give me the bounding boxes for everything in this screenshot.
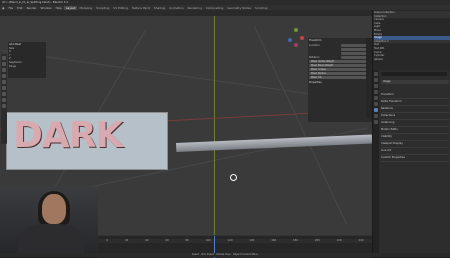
n-panel-row-label: Rotation bbox=[309, 56, 319, 59]
transform-tool-icon[interactable] bbox=[2, 86, 6, 90]
section-motion-paths[interactable]: Motion Paths bbox=[381, 127, 449, 134]
n-panel-row: Location 0 m bbox=[309, 43, 372, 47]
properties-editor[interactable]: Image Transform Delta Transform Relation… bbox=[372, 70, 450, 253]
tab-scripting[interactable]: Scripting bbox=[253, 6, 269, 10]
y-axis-line bbox=[214, 16, 215, 235]
menu-render[interactable]: Render bbox=[25, 6, 39, 10]
tool-shelf bbox=[1, 54, 7, 144]
timeline-tick: 0 bbox=[106, 239, 108, 243]
scale-tool-icon[interactable] bbox=[2, 80, 6, 84]
tab-modeling[interactable]: Modeling bbox=[77, 6, 94, 10]
tab-geometry-nodes[interactable]: Geometry Nodes bbox=[225, 6, 253, 10]
mean-bevel-weight-field[interactable]: Mean Bevel Weight bbox=[309, 64, 369, 67]
webcam-person-face bbox=[42, 194, 66, 224]
section-visibility[interactable]: Visibility bbox=[381, 134, 449, 141]
menu-file[interactable]: File bbox=[6, 6, 15, 10]
tool-props-icon[interactable] bbox=[374, 72, 378, 76]
n-panel-header: Transform bbox=[309, 39, 372, 42]
tab-compositing[interactable]: Compositing bbox=[204, 6, 226, 10]
beam-mesh[interactable] bbox=[176, 134, 372, 152]
rotate-tool-icon[interactable] bbox=[2, 74, 6, 78]
timeline-tick: 100 bbox=[206, 239, 211, 243]
tab-shading[interactable]: Shading bbox=[152, 6, 167, 10]
section-viewport-display[interactable]: Viewport Display bbox=[381, 141, 449, 148]
timeline-tick: 120 bbox=[228, 239, 233, 243]
timeline-tick: 140 bbox=[249, 239, 254, 243]
timeline-tick: 200 bbox=[315, 239, 320, 243]
tab-sculpting[interactable]: Sculpting bbox=[94, 6, 111, 10]
reference-image-text: DARK bbox=[13, 115, 122, 156]
constraint-props-icon[interactable] bbox=[374, 114, 378, 118]
object-props-icon[interactable] bbox=[374, 108, 378, 112]
n-panel-row: Rotation 0° bbox=[309, 55, 372, 59]
status-bar: Select · Box Select · Rotate View · Obje… bbox=[0, 253, 450, 257]
last-operator-panel[interactable]: Add Mesh Size X Y Z Segments Rings bbox=[8, 42, 46, 78]
operator-row: Rings bbox=[9, 65, 45, 69]
sidebar-n-panel[interactable]: Transform Location 0 m 0 m 0 m Rotation … bbox=[308, 38, 372, 122]
section-relations[interactable]: Relations bbox=[381, 106, 449, 113]
timeline-tick: 80 bbox=[186, 239, 189, 243]
timeline-tick: 20 bbox=[125, 239, 128, 243]
section-line-art[interactable]: Line Art bbox=[381, 148, 449, 155]
scene-props-icon[interactable] bbox=[374, 96, 378, 100]
section-collections[interactable]: Collections bbox=[381, 113, 449, 120]
y-axis-gizmo-icon[interactable] bbox=[294, 28, 298, 32]
navigation-gizmo[interactable] bbox=[286, 28, 306, 48]
section-instancing[interactable]: Instancing bbox=[381, 120, 449, 127]
data-props-icon[interactable] bbox=[374, 120, 378, 124]
outliner[interactable]: Scene Collection◉ Collection◉ Camera◉ Cu… bbox=[372, 10, 450, 72]
menu-window[interactable]: Window bbox=[39, 6, 54, 10]
menu-edit[interactable]: Edit bbox=[15, 6, 24, 10]
cursor-tool-icon[interactable] bbox=[2, 62, 6, 66]
section-transform[interactable]: Transform bbox=[381, 92, 449, 99]
mean-radius-field[interactable]: Mean Radius bbox=[309, 72, 369, 75]
tab-animation[interactable]: Animation bbox=[167, 6, 185, 10]
section-delta-transform[interactable]: Delta Transform bbox=[381, 99, 449, 106]
properties-tabs bbox=[373, 70, 379, 253]
timeline-tick: 60 bbox=[165, 239, 168, 243]
annotate-tool-icon[interactable] bbox=[2, 92, 6, 96]
x-axis-gizmo-icon[interactable] bbox=[300, 36, 304, 40]
move-tool-icon[interactable] bbox=[2, 68, 6, 72]
3d-cursor-icon[interactable] bbox=[230, 174, 237, 181]
tab-texture-paint[interactable]: Texture Paint bbox=[130, 6, 152, 10]
timeline-tick: 220 bbox=[337, 239, 342, 243]
timeline-tick: 180 bbox=[293, 239, 298, 243]
menu-help[interactable]: Help bbox=[54, 6, 64, 10]
reference-image[interactable]: DARK bbox=[6, 112, 168, 170]
timeline-tick: 40 bbox=[145, 239, 148, 243]
properties-sections: Transform Delta Transform Relations Coll… bbox=[381, 92, 449, 162]
world-props-icon[interactable] bbox=[374, 102, 378, 106]
outliner-row-label: Sphere bbox=[374, 58, 383, 62]
properties-search-input[interactable] bbox=[381, 72, 447, 76]
timeline-ruler[interactable]: 0 20 40 60 80 100 120 140 160 180 200 22… bbox=[98, 239, 372, 243]
status-text: Select · Box Select · Rotate View · Obje… bbox=[192, 253, 258, 256]
tab-layout[interactable]: Layout bbox=[64, 6, 78, 10]
n-panel-row-label: Location bbox=[309, 44, 320, 47]
select-tool-icon[interactable] bbox=[2, 56, 6, 60]
object-name-field[interactable]: Image bbox=[381, 80, 449, 84]
render-props-icon[interactable] bbox=[374, 78, 378, 82]
neg-axis-gizmo-icon[interactable] bbox=[294, 43, 298, 47]
section-custom-properties[interactable]: Custom Properties bbox=[381, 155, 449, 162]
add-cube-tool-icon[interactable] bbox=[2, 104, 6, 108]
z-axis-gizmo-icon[interactable] bbox=[288, 38, 292, 42]
webcam-overlay bbox=[0, 186, 98, 257]
tab-uv-editing[interactable]: UV Editing bbox=[111, 6, 130, 10]
tab-rendering[interactable]: Rendering bbox=[186, 6, 204, 10]
n-panel-footer[interactable]: Properties bbox=[309, 81, 372, 84]
mean-tilt-field[interactable]: Mean Tilt bbox=[309, 76, 369, 79]
mean-crease-field[interactable]: Mean Crease bbox=[309, 68, 369, 71]
output-props-icon[interactable] bbox=[374, 84, 378, 88]
view-layer-props-icon[interactable] bbox=[374, 90, 378, 94]
timeline-tick: 160 bbox=[271, 239, 276, 243]
measure-tool-icon[interactable] bbox=[2, 98, 6, 102]
outliner-row[interactable]: Sphere◉ bbox=[374, 58, 450, 62]
mean-vertex-weight-field[interactable]: Mean Vertex Weight bbox=[309, 60, 369, 63]
timeline-tick: 240 bbox=[359, 239, 364, 243]
